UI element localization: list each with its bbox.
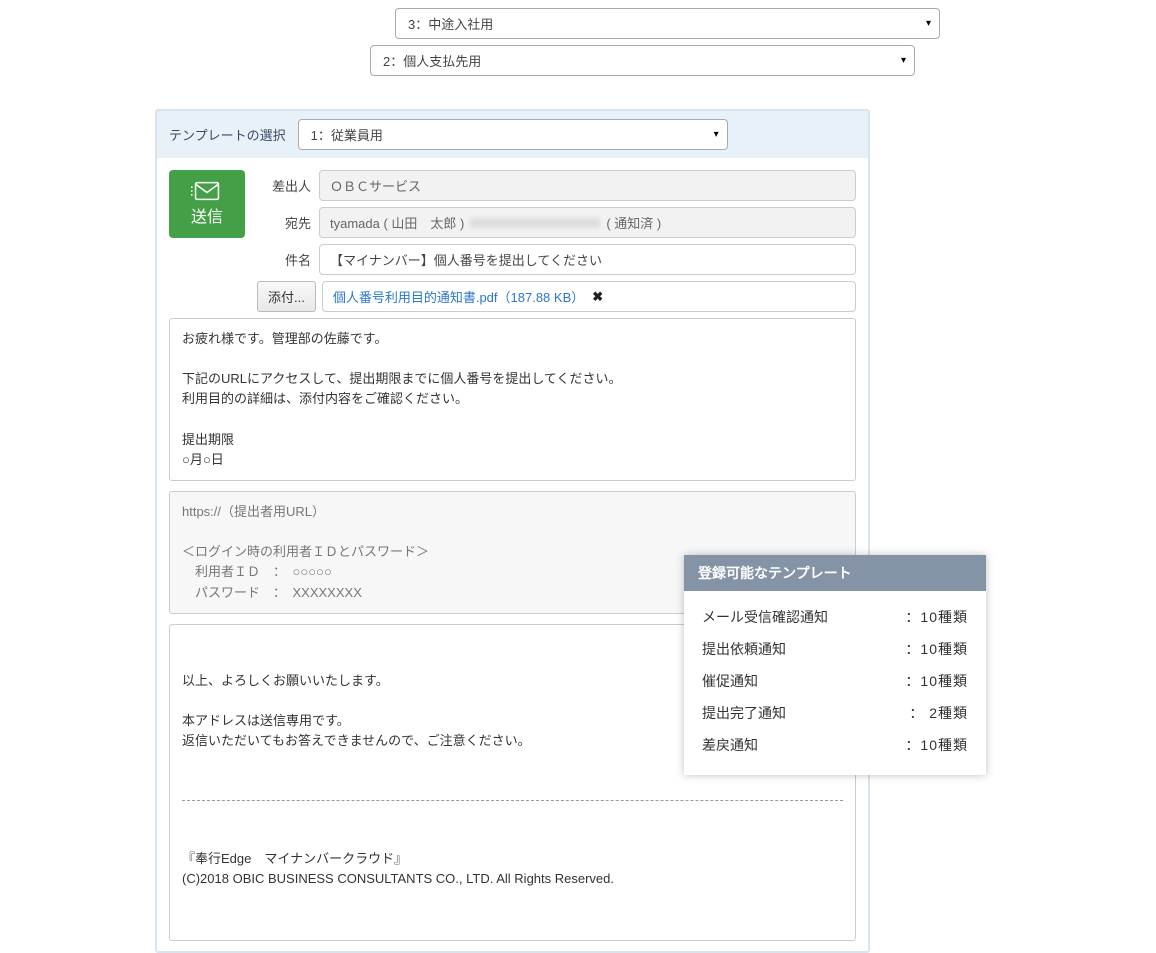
popup-row: 差戻通知 ：10種類 (702, 729, 968, 761)
email-panel: テンプレートの選択 1：従業員用 送信 差出人 ＯＢＣサービス 宛先 (155, 109, 870, 953)
popup-row: 催促通知 ：10種類 (702, 665, 968, 697)
template-select-3[interactable]: 3：中途入社用 (395, 8, 940, 39)
popup-row-key: 催促通知 (702, 671, 758, 691)
popup-body: メール受信確認通知：10種類提出依頼通知：10種類催促通知：10種類提出完了通知… (684, 591, 986, 775)
email-body-top[interactable]: お疲れ様です。管理部の佐藤です。 下記のURLにアクセスして、提出期限までに個人… (169, 318, 856, 481)
popup-row: メール受信確認通知 ：10種類 (702, 601, 968, 633)
popup-title: 登録可能なテンプレート (684, 555, 986, 591)
send-button-label: 送信 (191, 203, 223, 227)
popup-row-value: ：10種類 (905, 735, 968, 755)
fields: 差出人 ＯＢＣサービス 宛先 tyamada ( 山田 太郎 ) ( 通知済 )… (257, 170, 856, 318)
popup-row-key: 提出完了通知 (702, 703, 786, 723)
template-select-3-value: 3：中途入社用 (408, 17, 493, 32)
to-label: 宛先 (257, 213, 319, 232)
popup-row-value: ：10種類 (905, 639, 968, 659)
send-button[interactable]: 送信 (169, 170, 245, 238)
popup-row: 提出完了通知 ： 2種類 (702, 697, 968, 729)
template-select-1-value: 1：従業員用 (311, 128, 383, 143)
attachment-remove-icon[interactable]: ✖ (592, 289, 603, 305)
attachment-item: 個人番号利用目的通知書.pdf（187.88 KB） ✖ (322, 281, 856, 312)
template-select-2[interactable]: 2：個人支払先用 (370, 45, 915, 76)
from-input: ＯＢＣサービス (319, 170, 856, 201)
popup-row-value: ：10種類 (905, 671, 968, 691)
divider (182, 800, 843, 801)
attach-button[interactable]: 添付... (257, 281, 316, 312)
template-select-2-value: 2：個人支払先用 (383, 54, 481, 69)
from-label: 差出人 (257, 176, 319, 195)
popup-row-value: ：10種類 (905, 607, 968, 627)
popup-row-key: 差戻通知 (702, 735, 758, 755)
redacted-email (470, 218, 600, 228)
subject-label: 件名 (257, 250, 319, 269)
attachment-link[interactable]: 個人番号利用目的通知書.pdf（187.88 KB） (333, 287, 584, 306)
mail-icon (191, 181, 223, 201)
subject-input[interactable]: 【マイナンバー】個人番号を提出してください (319, 244, 856, 275)
panel-header: テンプレートの選択 1：従業員用 (157, 111, 868, 158)
to-input: tyamada ( 山田 太郎 ) ( 通知済 ) (319, 207, 856, 238)
popup-row-key: メール受信確認通知 (702, 607, 828, 627)
template-select-1[interactable]: 1：従業員用 (298, 119, 728, 150)
email-body-footer: 『奉行Edge マイナンバークラウド』 (C)2018 OBIC BUSINES… (182, 849, 843, 889)
popup-row-key: 提出依頼通知 (702, 639, 786, 659)
template-select-label: テンプレートの選択 (169, 125, 286, 144)
popup-row-value: ： 2種類 (909, 703, 968, 723)
popup-row: 提出依頼通知 ：10種類 (702, 633, 968, 665)
template-types-popup: 登録可能なテンプレート メール受信確認通知：10種類提出依頼通知：10種類催促通… (684, 555, 986, 775)
